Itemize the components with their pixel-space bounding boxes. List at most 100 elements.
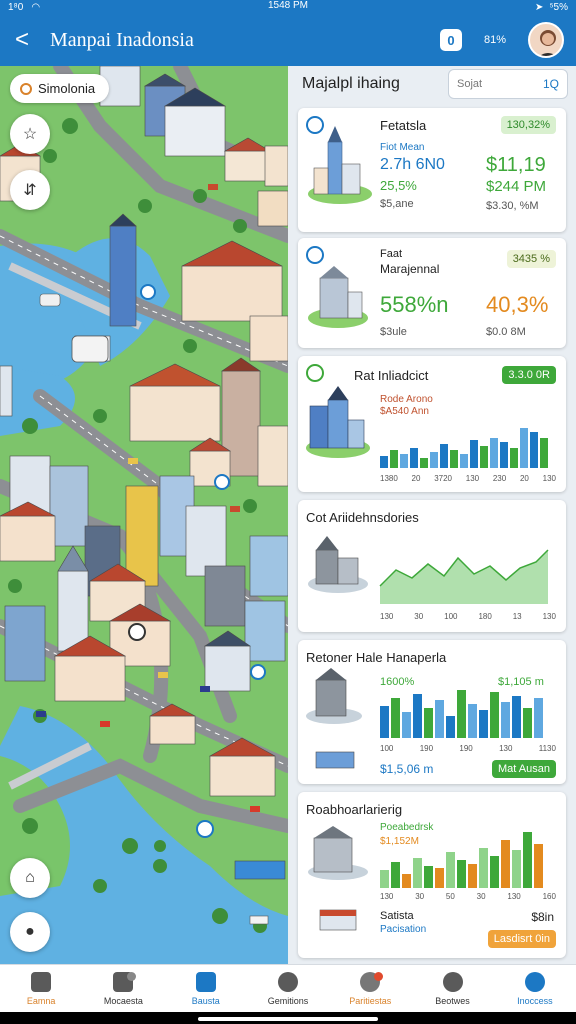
card-5-sub2: $1,105 m (498, 676, 544, 688)
card-1-value1: $11,19 (486, 154, 546, 176)
route-icon: ⇵ (23, 182, 37, 199)
axis-tick: 130 (499, 744, 513, 753)
nav-label: Bausta (191, 995, 220, 1006)
card-1-sub1: Fiot Mean (380, 142, 425, 153)
card-2-foot-right: $0.0 8M (486, 326, 526, 338)
axis-tick: 130 (542, 474, 556, 483)
nav-item-gemitions[interactable]: Gemitions (247, 965, 329, 1012)
stat-card-3[interactable]: Rat Inliadcict 3.3.0 0R Rode Arono $A540… (298, 356, 566, 492)
nav-item-mocaesta[interactable]: Mocaesta (82, 965, 164, 1012)
nav-label: Beotwes (435, 995, 470, 1006)
card-3-pill: 3.3.0 0R (502, 366, 556, 384)
stats-panel: Majalpl ihaing Sojat 1Q Fetatsla 130,32%… (288, 66, 576, 964)
chart-bar (380, 870, 389, 888)
direction-button[interactable]: ⇵ (10, 170, 50, 210)
chart-bar (468, 864, 477, 888)
axis-tick: 100 (380, 744, 394, 753)
truck-icon (113, 971, 137, 992)
chart-bar (446, 852, 455, 888)
location-chip-label: Simolonia (38, 81, 96, 96)
axis-tick: 13 (512, 612, 522, 621)
chart-bar (520, 428, 528, 468)
avatar[interactable] (528, 22, 564, 58)
user-location-button[interactable]: ● (10, 912, 50, 952)
stat-card-6[interactable]: Roabhoarlarierig Poeabedrsk $1,152M 130 3… (298, 792, 566, 958)
card-3-sub1: Rode Arono (380, 394, 433, 405)
search-input[interactable]: Sojat 1Q (448, 69, 568, 99)
home-icon (31, 971, 52, 992)
card-1-sub2: 2.7h 6N0 (380, 156, 445, 173)
chart-bar (424, 866, 433, 888)
nav-item-inoccess[interactable]: Inoccess (494, 965, 576, 1012)
card-5-value: $1,5,06 m (380, 762, 434, 776)
axis-tick: 30 (415, 892, 425, 901)
profile-icon (442, 971, 463, 992)
card-2-title: Faat (380, 248, 403, 260)
location-chip[interactable]: Simolonia (10, 74, 110, 103)
stat-card-4[interactable]: Cot Ariidehnsdories 130 30 100 180 13 130 (298, 500, 566, 632)
card-5-sub1: 1600% (380, 676, 415, 688)
card-1-title: Fetatsla (380, 118, 427, 133)
person-icon: ● (25, 923, 35, 940)
chart-bar (479, 710, 488, 738)
chart-bar (457, 860, 466, 888)
location-pin-icon (277, 971, 298, 992)
chart-bar (402, 712, 411, 738)
stat-card-1[interactable]: Fetatsla 130,32% Fiot Mean 2.7h 6N0 25,5… (298, 108, 566, 232)
card-5-button[interactable]: Mat Ausan (492, 760, 556, 778)
card-2-pill: 3435 % (506, 250, 556, 268)
chart-bar (523, 708, 532, 738)
stat-card-5[interactable]: Retoner Hale Hanaperla 1600% $1,105 m 10… (298, 640, 566, 784)
axis-tick: 50 (445, 892, 455, 901)
card-6-foot-value: $8in (531, 910, 554, 924)
chart-bar (435, 700, 444, 738)
notification-badge[interactable]: 0 (439, 29, 462, 51)
axis-tick: 130 (542, 612, 556, 621)
card-3-axis: 1380 20 3720 130 230 20 130 (380, 474, 556, 483)
nav-label: Mocaesta (103, 995, 143, 1006)
header-percent: 81% (483, 34, 506, 46)
chart-bar (523, 832, 532, 888)
card-6-sub2: $1,152M (380, 836, 419, 847)
home-indicator (0, 1012, 576, 1024)
avatar-image (539, 30, 557, 56)
nav-item-paritiestas[interactable]: Paritiestas (329, 965, 411, 1012)
city-map[interactable]: Simolonia ☆ ⇵ ⌂ ● (0, 66, 288, 964)
nav-label: Gemitions (267, 995, 309, 1006)
card-6-foot-sub: Pacisation (380, 924, 427, 935)
home-location-button[interactable]: ⌂ (10, 858, 50, 898)
app-header: 1⁸0 ◠ 1548 PM ➤ ⁵5% < Manpai Inadonsia 0… (0, 0, 576, 66)
chart-bar (424, 708, 433, 738)
nav-item-beotwes[interactable]: Beotwes (411, 965, 493, 1012)
axis-tick: 20 (411, 474, 421, 483)
nav-label: Eamna (26, 995, 56, 1006)
axis-tick: 130 (465, 474, 480, 483)
nav-item-home[interactable]: Eamna (0, 965, 82, 1012)
chart-bar (390, 450, 398, 468)
chart-bar (435, 868, 444, 888)
nav-item-bausta[interactable]: Bausta (165, 965, 247, 1012)
chart-bar (440, 444, 448, 468)
chart-bar (490, 856, 499, 888)
chart-bar (500, 442, 508, 468)
card-6-button[interactable]: Lasdisrt 0in (487, 930, 556, 948)
stat-card-2[interactable]: Faat Marajennal 3435 % 558%n 40,3% $3ule… (298, 238, 566, 348)
card-3-status-icon (306, 364, 324, 382)
chart-bar (380, 456, 388, 468)
axis-tick: 20 (519, 474, 529, 483)
chart-bar (410, 448, 418, 468)
axis-tick: 190 (419, 744, 434, 753)
search-icon[interactable]: 1Q (543, 77, 559, 91)
layers-button[interactable]: ☆ (10, 114, 50, 154)
chart-bar (534, 844, 543, 888)
chart-bar (512, 850, 521, 888)
axis-tick: 100 (444, 612, 458, 621)
back-button[interactable]: < (12, 26, 32, 54)
axis-tick: 1130 (538, 744, 556, 753)
chart-bar (402, 874, 411, 888)
chart-bar (534, 698, 543, 738)
card-2-value-left: 558%n (380, 292, 449, 317)
axis-tick: 1380 (380, 474, 398, 483)
chart-bar (512, 696, 521, 738)
axis-tick: 190 (459, 744, 473, 753)
